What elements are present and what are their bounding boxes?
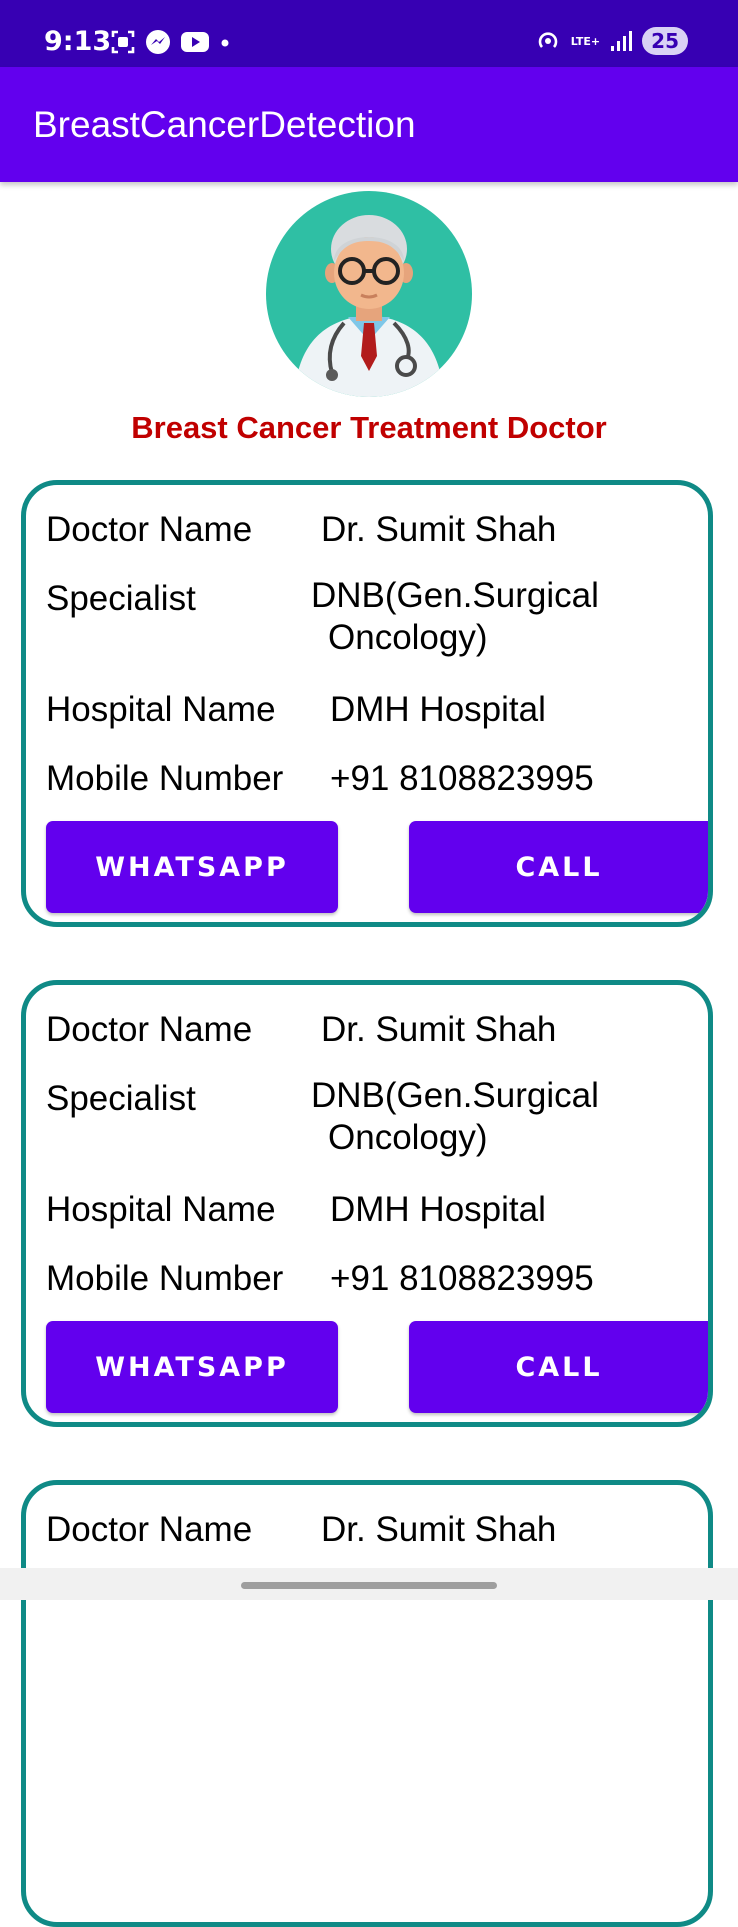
whatsapp-button[interactable]: WHATSAPP	[46, 1321, 338, 1413]
signal-icon	[611, 31, 633, 51]
specialist-line-2: Oncology)	[328, 618, 488, 657]
specialist-value: DNB(Gen.Surgical Oncology)	[311, 1075, 651, 1159]
notification-dot-icon	[221, 39, 229, 47]
hospital-name-value: DMH Hospital	[330, 690, 546, 729]
doctor-name-value: Dr. Sumit Shah	[321, 1010, 557, 1049]
hospital-name-label: Hospital Name	[46, 1190, 276, 1229]
youtube-icon	[181, 32, 209, 52]
hospital-name-label: Hospital Name	[46, 690, 276, 729]
mobile-number-value: +91 8108823995	[330, 759, 594, 798]
messenger-icon	[146, 30, 170, 54]
doctor-name-label: Doctor Name	[46, 1010, 253, 1049]
page-heading: Breast Cancer Treatment Doctor	[131, 410, 607, 445]
specialist-line-1: DNB(Gen.Surgical	[311, 1076, 599, 1115]
doctor-name-value: Dr. Sumit Shah	[321, 1510, 557, 1549]
network-type: LTE+	[570, 34, 601, 48]
doctor-name-label: Doctor Name	[46, 510, 253, 549]
doctor-card: Doctor Name Dr. Sumit Shah Specialist DN…	[21, 480, 713, 927]
specialist-value: DNB(Gen.Surgical Oncology)	[311, 575, 651, 659]
doctor-name-label: Doctor Name	[46, 1510, 253, 1549]
navigation-bar	[0, 1568, 738, 1600]
doctor-card: Doctor Name Dr. Sumit Shah Specialist DN…	[21, 980, 713, 1427]
hospital-name-value: DMH Hospital	[330, 1190, 546, 1229]
status-bar: 9:13 LTE+ 25	[0, 0, 738, 67]
app-bar: BreastCancerDetection	[0, 67, 738, 182]
specialist-label: Specialist	[46, 579, 196, 618]
hotspot-icon	[538, 32, 557, 48]
specialist-line-1: DNB(Gen.Surgical	[311, 576, 599, 615]
doctor-card: Doctor Name Dr. Sumit Shah	[21, 1480, 713, 1927]
mobile-number-value: +91 8108823995	[330, 1259, 594, 1298]
specialist-line-2: Oncology)	[328, 1118, 488, 1157]
doctor-avatar-icon	[266, 191, 472, 397]
status-system-icons: LTE+ 25	[535, 26, 688, 56]
home-gesture-handle[interactable]	[241, 1582, 497, 1589]
screenshot-icon	[111, 30, 135, 54]
status-notification-icons	[110, 28, 232, 56]
status-time: 9:13	[44, 26, 112, 57]
call-button[interactable]: CALL	[409, 1321, 708, 1413]
call-button[interactable]: CALL	[409, 821, 708, 913]
doctor-name-value: Dr. Sumit Shah	[321, 510, 557, 549]
battery-icon: 25	[642, 27, 688, 55]
mobile-number-label: Mobile Number	[46, 759, 284, 798]
specialist-label: Specialist	[46, 1079, 196, 1118]
mobile-number-label: Mobile Number	[46, 1259, 284, 1298]
whatsapp-button[interactable]: WHATSAPP	[46, 821, 338, 913]
app-title: BreastCancerDetection	[33, 104, 416, 145]
